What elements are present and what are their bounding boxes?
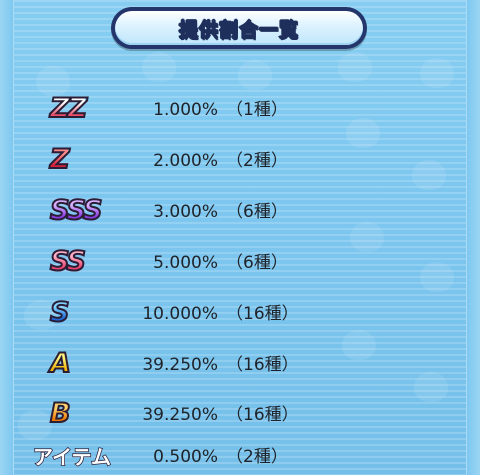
rank-zz-badge: ZZ [49,92,88,125]
page-title: 提供割合一覧 [178,18,299,41]
rank-ss-badge: SS [49,245,87,278]
rate-count: （16種） [226,304,299,324]
rank-item-badge: アイテム [32,444,112,470]
rate-count: （2種） [226,447,288,467]
rank-z-badge: Z [49,143,70,176]
rate-percentage: 1.000% [153,100,218,120]
rate-text: 10.000% （16種） [120,299,299,325]
rate-row-a: A 39.250% （16種） [0,343,480,383]
rate-row-zz: ZZ 1.000% （1種） [0,88,480,128]
rate-percentage: 10.000% [142,304,218,324]
rate-row-s: S 10.000% （16種） [0,292,480,332]
rate-text: 0.500% （2種） [120,442,288,468]
rate-text: 1.000% （1種） [120,95,288,121]
rate-count: （16種） [226,405,299,425]
rate-row-z: Z 2.000% （2種） [0,139,480,179]
rate-percentage: 5.000% [153,253,218,273]
background-pattern [338,52,372,82]
rank-a-badge: A [49,347,72,380]
rank-sss-badge: SSS [49,194,103,227]
rate-list-panel: 提供割合一覧 ZZ 1.000% （1種） Z 2.000% （2種） SSS 3.… [0,0,480,475]
rate-percentage: 39.250% [142,355,218,375]
rate-count: （6種） [226,253,288,273]
rate-text: 5.000% （6種） [120,248,288,274]
title-banner-inner: 提供割合一覧 [115,11,363,45]
rate-text: 39.250% （16種） [120,350,299,376]
rate-text: 2.000% （2種） [120,146,288,172]
rate-row-ss: SS 5.000% （6種） [0,241,480,281]
rate-row-sss: SSS 3.000% （6種） [0,190,480,230]
rate-text: 39.250% （16種） [120,400,299,426]
rate-row-b: B 39.250% （16種） [0,393,480,433]
rate-percentage: 2.000% [153,151,218,171]
background-pattern [420,58,454,88]
rate-percentage: 0.500% [153,447,218,467]
rate-row-item: アイテム 0.500% （2種） [0,435,480,475]
rate-text: 3.000% （6種） [120,197,288,223]
rate-percentage: 39.250% [142,405,218,425]
rank-s-badge: S [49,296,71,329]
title-banner: 提供割合一覧 [111,7,367,49]
background-pattern [142,52,176,82]
rate-percentage: 3.000% [153,202,218,222]
rank-b-badge: B [49,397,72,430]
rate-count: （1種） [226,100,288,120]
rate-count: （2種） [226,151,288,171]
rate-count: （16種） [226,355,299,375]
background-pattern [238,60,272,90]
rate-count: （6種） [226,202,288,222]
